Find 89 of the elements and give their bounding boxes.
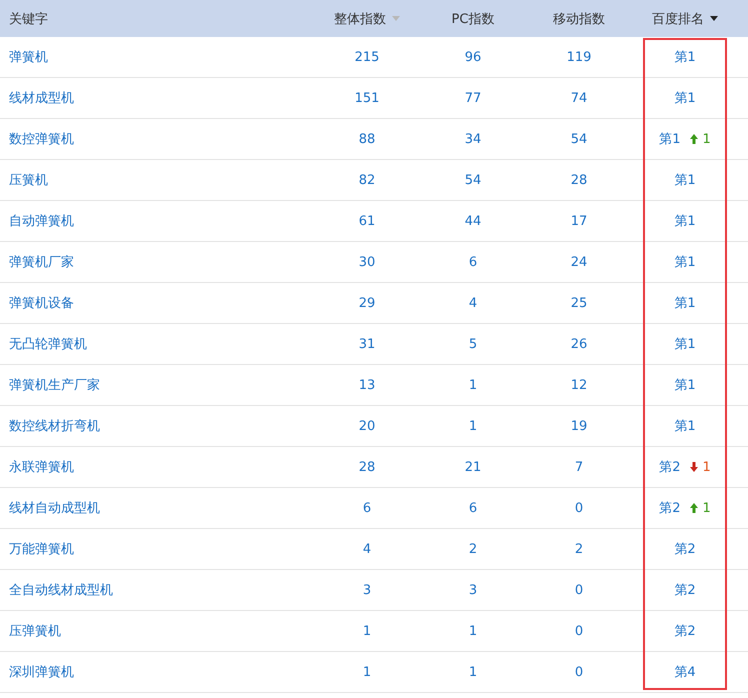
keyword-link[interactable]: 数控线材折弯机 (9, 417, 100, 435)
table-cell: 1 (468, 664, 478, 680)
keyword-link[interactable]: 数控弹簧机 (9, 130, 74, 148)
table-cell: 1 (468, 624, 478, 638)
table-cell: 44 (464, 214, 482, 228)
keyword-link[interactable]: 自动弹簧机 (9, 212, 74, 230)
rank-text: 第1 (674, 336, 696, 353)
rank-text: 第1 (674, 254, 696, 271)
table-cell: 25 (570, 296, 588, 310)
table-cell: 4 (468, 296, 478, 310)
keyword-link[interactable]: 线材自动成型机 (9, 499, 100, 517)
keyword-link[interactable]: 压弹簧机 (9, 622, 61, 640)
table-cell: 215 (354, 50, 380, 64)
column-header[interactable]: 整体指数 (334, 10, 386, 28)
table-cell: 28 (570, 172, 588, 188)
rank-text: 第1 (674, 295, 696, 312)
keyword-link[interactable]: 线材成型机 (9, 89, 74, 107)
keyword-link[interactable]: 弹簧机 (9, 48, 48, 66)
rank-change: 1 (702, 132, 711, 146)
rank-text: 第2 (674, 623, 696, 640)
rank-text: 第1 (674, 213, 696, 230)
table-cell: 6 (468, 254, 478, 270)
rank-change: 1 (702, 500, 711, 516)
table-cell: 17 (570, 214, 588, 228)
rank-text: 第2 (674, 541, 696, 558)
table-cell: 13 (358, 378, 376, 392)
table-cell: 1 (468, 378, 478, 392)
table-cell: 0 (574, 582, 584, 598)
rank-text: 第1 (674, 418, 696, 435)
table-cell: 88 (358, 132, 376, 146)
rank-change: 1 (702, 460, 711, 474)
keyword-link[interactable]: 弹簧机设备 (9, 294, 74, 312)
table-cell: 20 (358, 418, 376, 434)
table-cell: 4 (362, 542, 372, 556)
table-cell: 1 (468, 418, 478, 434)
table-cell: 29 (358, 296, 376, 310)
table-cell: 21 (464, 460, 482, 474)
table-cell: 34 (464, 132, 482, 146)
keyword-link[interactable]: 深圳弹簧机 (9, 663, 74, 681)
table-cell: 28 (358, 460, 376, 474)
table-cell: 12 (570, 378, 588, 392)
table-cell: 5 (468, 336, 478, 352)
column-header: PC指数 (452, 10, 494, 28)
rank-text: 第1 (674, 172, 696, 189)
table-cell: 1 (362, 664, 372, 680)
table-cell: 82 (358, 172, 376, 188)
keyword-link[interactable]: 压簧机 (9, 171, 48, 189)
table-cell: 0 (574, 500, 584, 516)
keyword-link[interactable]: 弹簧机厂家 (9, 253, 74, 271)
rank-text: 第2 (674, 582, 696, 599)
table-cell: 74 (570, 90, 588, 106)
rank-text: 第1 (674, 377, 696, 394)
sort-caret-icon[interactable] (710, 16, 718, 21)
table-cell: 3 (362, 582, 372, 598)
table-cell: 54 (570, 132, 588, 146)
table-cell: 61 (358, 214, 376, 228)
table-cell: 0 (574, 624, 584, 638)
table-cell: 19 (570, 418, 588, 434)
table-cell: 151 (354, 90, 380, 106)
keyword-link[interactable]: 永联弹簧机 (9, 458, 74, 476)
table-cell: 2 (468, 542, 478, 556)
rank-text: 第4 (674, 664, 696, 681)
table-cell: 2 (574, 542, 584, 556)
table-cell: 6 (362, 500, 372, 516)
table-cell: 0 (574, 664, 584, 680)
table-cell: 31 (358, 336, 376, 352)
column-header[interactable]: 百度排名 (652, 10, 704, 28)
table-cell: 96 (464, 50, 482, 64)
keyword-link[interactable]: 全自动线材成型机 (9, 581, 113, 599)
table-cell: 6 (468, 500, 478, 516)
table-cell: 1 (362, 624, 372, 638)
keyword-link[interactable]: 无凸轮弹簧机 (9, 335, 87, 353)
table-cell: 3 (468, 582, 478, 598)
table-cell: 26 (570, 336, 588, 352)
rank-text: 第2 (659, 459, 680, 476)
rank-text: 第2 (659, 500, 680, 517)
table-cell: 24 (570, 254, 588, 270)
table-cell: 119 (566, 50, 592, 64)
rank-text: 第1 (674, 90, 696, 107)
table-cell: 7 (574, 460, 584, 474)
table-cell: 54 (464, 172, 482, 188)
keyword-link[interactable]: 万能弹簧机 (9, 540, 74, 558)
rank-text: 第1 (659, 131, 680, 148)
column-header: 移动指数 (553, 10, 605, 28)
table-cell: 30 (358, 254, 376, 270)
rank-text: 第1 (674, 49, 696, 66)
keyword-link[interactable]: 弹簧机生产厂家 (9, 376, 100, 394)
column-header: 关键字 (9, 10, 48, 28)
table-cell: 77 (464, 90, 482, 106)
